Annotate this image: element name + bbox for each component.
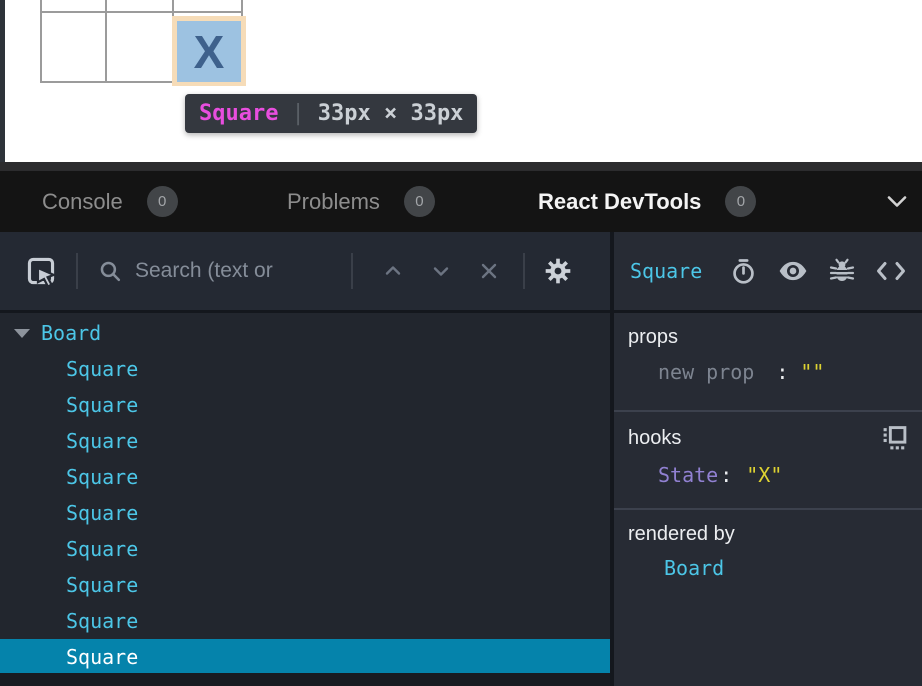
board-cell[interactable] — [42, 0, 107, 13]
tree-row[interactable]: Square — [0, 495, 610, 531]
search-button[interactable] — [98, 259, 123, 284]
parse-hooks-icon — [881, 425, 908, 452]
eye-icon — [778, 260, 808, 282]
divider — [523, 253, 525, 289]
inspect-tooltip: Square | 33px × 33px — [185, 94, 477, 133]
stopwatch-icon — [730, 258, 757, 285]
parse-hook-names-button[interactable] — [881, 425, 908, 452]
tree-row[interactable]: Square — [0, 387, 610, 423]
rendered-by-section: rendered by Board — [614, 508, 922, 686]
tooltip-separator: | — [291, 101, 304, 126]
settings-gear-icon — [543, 256, 573, 286]
tree-row[interactable]: Square — [0, 603, 610, 639]
divider — [76, 253, 78, 289]
chevron-down-icon[interactable] — [886, 195, 908, 214]
component-name: Square — [66, 429, 138, 453]
board-cell[interactable] — [107, 13, 174, 81]
bug-icon — [829, 258, 855, 284]
inspector-header: Square — [614, 232, 922, 313]
new-prop-value-input[interactable]: "" — [800, 360, 824, 384]
component-name: Square — [66, 609, 138, 633]
component-name: Square — [66, 357, 138, 381]
tab-label: Console — [42, 189, 123, 215]
component-name: Square — [66, 501, 138, 525]
previous-match-button[interactable] — [373, 259, 413, 283]
expand-arrow-icon[interactable] — [14, 329, 30, 338]
devtools-window: X Square | 33px × 33px Console 0 Problem… — [0, 0, 922, 686]
tab-label: Problems — [287, 189, 380, 215]
hook-state-value[interactable]: "X" — [746, 463, 782, 487]
log-to-console-button[interactable] — [829, 258, 855, 284]
chevron-down-icon — [429, 259, 453, 283]
chevron-up-icon — [381, 259, 405, 283]
count-badge: 0 — [147, 186, 178, 217]
tree-row[interactable]: Square — [0, 459, 610, 495]
tree-row[interactable]: Square — [0, 423, 610, 459]
tab-react-devtools[interactable]: React DevTools 0 — [538, 171, 756, 232]
component-name: Square — [66, 537, 138, 561]
tree-row[interactable]: Square — [0, 531, 610, 567]
close-icon — [477, 259, 501, 283]
board-cell[interactable] — [174, 0, 241, 13]
count-badge: 0 — [725, 186, 756, 217]
react-devtools-toolbar — [0, 232, 610, 313]
tab-label: React DevTools — [538, 189, 701, 215]
board-cell[interactable] — [42, 13, 107, 81]
new-prop-row: new prop : "" — [628, 360, 908, 384]
colon: : — [720, 463, 732, 487]
component-name: Square — [66, 573, 138, 597]
inspect-highlight-content: X — [177, 21, 241, 82]
square-value: X — [194, 25, 225, 79]
selected-component-title: Square — [630, 259, 730, 283]
hooks-section: hooks State : "X" — [614, 410, 922, 508]
tab-console[interactable]: Console 0 — [42, 171, 178, 232]
board-cell[interactable] — [107, 0, 174, 13]
tree-row[interactable]: Square — [0, 639, 610, 673]
props-title: props — [628, 326, 908, 349]
search-input[interactable] — [135, 259, 345, 283]
panel-top-border — [0, 162, 922, 171]
rendered-by-link[interactable]: Board — [628, 556, 908, 580]
tree-scrollbar[interactable] — [0, 673, 610, 686]
inspect-element-icon — [24, 254, 58, 288]
suspend-toggle-button[interactable] — [730, 258, 757, 285]
inspector-header-icons — [730, 258, 906, 285]
component-name: Square — [66, 645, 138, 669]
tree-row[interactable]: Square — [0, 351, 610, 387]
hook-state-row: State : "X" — [628, 463, 908, 487]
new-prop-input[interactable]: new prop — [658, 360, 754, 384]
props-section: props new prop : "" — [614, 313, 922, 410]
view-source-button[interactable] — [876, 260, 906, 282]
rendered-by-title: rendered by — [628, 523, 908, 546]
view-source-icon — [876, 260, 906, 282]
inspector-panel: Square — [610, 232, 922, 686]
component-tree: Board Square Square Square Square Square Squar… — [0, 313, 610, 673]
tree-row[interactable]: Square — [0, 567, 610, 603]
colon: : — [776, 360, 788, 384]
search-icon — [98, 259, 123, 284]
next-match-button[interactable] — [421, 259, 461, 283]
inspect-element-button[interactable] — [24, 254, 58, 288]
devtools-tabbar: Console 0 Problems 0 React DevTools 0 — [0, 171, 922, 232]
tree-row[interactable]: Board — [0, 315, 610, 351]
tooltip-size: 33px × 33px — [318, 101, 464, 126]
settings-button[interactable] — [543, 256, 573, 286]
clear-search-button[interactable] — [469, 259, 509, 283]
hooks-title: hooks — [628, 427, 681, 450]
hook-name: State — [658, 463, 718, 487]
tab-problems[interactable]: Problems 0 — [287, 171, 435, 232]
component-name: Square — [66, 465, 138, 489]
window-left-edge — [0, 0, 5, 162]
count-badge: 0 — [404, 186, 435, 217]
component-name: Board — [41, 321, 101, 345]
inspect-dom-button[interactable] — [778, 260, 808, 282]
component-name: Square — [66, 393, 138, 417]
tooltip-component-name: Square — [199, 101, 278, 126]
divider — [351, 253, 353, 289]
browser-page: X Square | 33px × 33px — [0, 0, 922, 162]
